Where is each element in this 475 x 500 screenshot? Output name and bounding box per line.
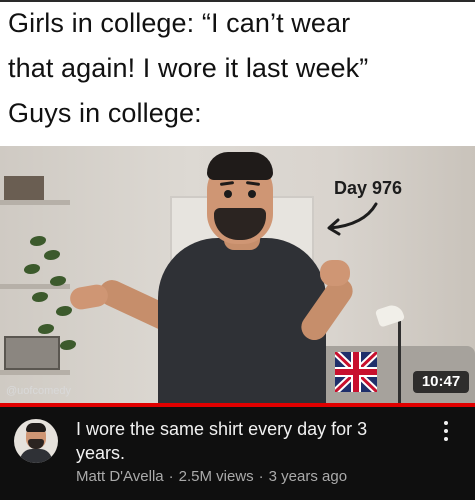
channel-avatar[interactable] [14,419,58,463]
caption-line-3: Guys in college: [8,98,202,128]
separator-dot: · [168,468,174,485]
caption-line-1: Girls in college: “I can’t wear [8,8,351,38]
eye [224,190,232,198]
meme: Girls in college: “I can’t wear that aga… [0,0,475,500]
separator-dot: · [258,468,264,485]
video-title[interactable]: I wore the same shirt every day for 3 ye… [76,417,416,465]
duration-badge: 10:47 [413,371,469,393]
meme-caption: Girls in college: “I can’t wear that aga… [0,0,475,146]
caption-line-2: that again! I wore it last week” [8,53,369,83]
watermark: @uofcomedy [6,385,71,397]
channel-name[interactable]: Matt D'Avella [76,468,164,485]
person [0,146,475,403]
left-hand [68,282,110,312]
hair [207,152,273,180]
upload-age: 3 years ago [268,468,348,485]
view-count: 2.5M views [178,468,254,485]
eye [248,190,256,198]
video-info: I wore the same shirt every day for 3 ye… [0,407,475,500]
video-thumbnail[interactable]: Day 976 @uofcomedy 10:47 [0,146,475,403]
right-hand [320,260,350,286]
curved-arrow-icon [327,202,378,236]
day-annotation: Day 976 [334,178,403,198]
video-meta: Matt D'Avella · 2.5M views · 3 years ago [76,468,347,485]
more-vert-icon[interactable] [440,419,452,443]
dark-t-shirt [158,238,326,403]
